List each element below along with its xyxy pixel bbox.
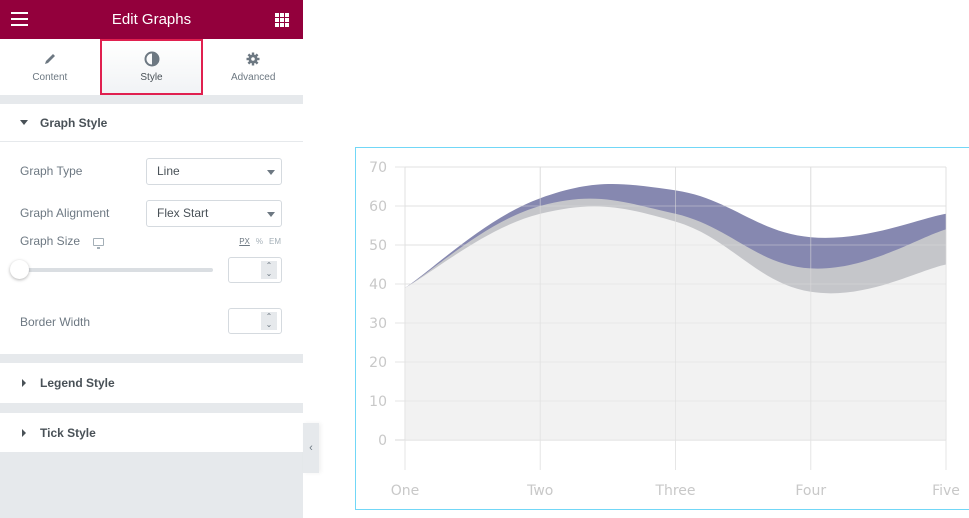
- graph-alignment-control: Graph Alignment Flex Start: [0, 192, 303, 234]
- y-tick-label: 60: [369, 199, 387, 215]
- pencil-icon: [43, 51, 57, 67]
- tab-advanced-label: Advanced: [230, 72, 276, 83]
- border-width-label: Border Width: [20, 315, 91, 329]
- tab-advanced[interactable]: Advanced: [203, 39, 303, 95]
- graph-type-label: Graph Type: [20, 164, 83, 178]
- graph-size-label: Graph Size: [20, 234, 81, 248]
- border-width-input[interactable]: ⌃ ⌄: [228, 308, 282, 334]
- tab-content[interactable]: Content: [0, 39, 100, 95]
- graph-size-control: Graph Size PX % EM ⌃ ⌄: [0, 234, 303, 302]
- legend-style-section: Legend Style: [0, 363, 303, 403]
- unit-switcher: PX % EM: [239, 237, 281, 246]
- tick-style-section: Tick Style: [0, 413, 303, 452]
- caret-right-icon: [22, 428, 26, 437]
- tick-style-toggle[interactable]: Tick Style: [0, 413, 303, 452]
- tab-style[interactable]: Style: [99, 39, 204, 95]
- panel-header: Edit Graphs: [0, 0, 303, 39]
- graph-size-input[interactable]: ⌃ ⌄: [228, 257, 282, 283]
- x-tick-label: Three: [654, 483, 695, 499]
- graph-style-toggle[interactable]: Graph Style: [0, 104, 303, 142]
- chevron-left-icon: ‹: [309, 442, 313, 454]
- half-circle-icon: [144, 51, 160, 67]
- unit-percent[interactable]: %: [256, 237, 263, 246]
- desktop-icon[interactable]: [93, 238, 105, 249]
- graph-alignment-value: Flex Start: [157, 206, 209, 220]
- graph-widget[interactable]: 0 10 20 30 40 50 60 70 One Two Three Four Five: [355, 147, 969, 510]
- graph-type-select[interactable]: Line: [146, 157, 282, 185]
- unit-em[interactable]: EM: [269, 237, 281, 246]
- tick-style-title: Tick Style: [40, 425, 96, 440]
- x-tick-label: Two: [526, 483, 553, 499]
- border-width-control: Border Width ⌃ ⌄: [0, 302, 303, 342]
- grid-icon[interactable]: [275, 13, 289, 27]
- panel-title: Edit Graphs: [111, 11, 192, 28]
- section-divider: [0, 354, 303, 363]
- y-tick-label: 30: [369, 316, 387, 332]
- legend-style-title: Legend Style: [40, 376, 115, 390]
- caret-down-icon: [20, 120, 28, 125]
- graph-alignment-select[interactable]: Flex Start: [146, 199, 282, 227]
- tab-divider: [0, 95, 303, 104]
- area-chart: 0 10 20 30 40 50 60 70 One Two Three Four Five: [369, 160, 960, 499]
- gear-icon: [246, 51, 260, 67]
- graph-alignment-label: Graph Alignment: [20, 206, 110, 220]
- chevron-down-icon: [267, 169, 275, 175]
- spin-down-icon[interactable]: ⌄: [266, 321, 273, 329]
- panel-collapse-handle[interactable]: ‹: [303, 423, 319, 473]
- x-tick-label: Four: [795, 483, 826, 499]
- graph-type-value: Line: [157, 164, 180, 178]
- x-tick-label: One: [391, 483, 420, 499]
- number-spinner[interactable]: ⌃ ⌄: [261, 312, 277, 330]
- x-tick-label: Five: [932, 483, 960, 499]
- unit-px[interactable]: PX: [239, 237, 250, 246]
- y-tick-label: 50: [369, 238, 387, 254]
- graph-size-label-wrap: Graph Size: [20, 234, 105, 249]
- graph-style-title: Graph Style: [40, 115, 108, 130]
- tab-style-label: Style: [140, 72, 163, 83]
- graph-size-slider-handle[interactable]: [10, 260, 29, 279]
- caret-right-icon: [22, 379, 26, 387]
- y-tick-label: 40: [369, 277, 387, 293]
- graph-size-slider[interactable]: [20, 268, 213, 272]
- y-tick-label: 70: [369, 160, 387, 176]
- graph-type-control: Graph Type Line: [0, 150, 303, 192]
- number-spinner[interactable]: ⌃ ⌄: [261, 261, 277, 279]
- hamburger-icon[interactable]: [11, 12, 28, 26]
- editor-panel: Edit Graphs Content Style Advanced Graph…: [0, 0, 303, 518]
- section-divider: [0, 403, 303, 413]
- y-tick-label: 10: [369, 394, 387, 410]
- panel-tabs: Content Style Advanced: [0, 39, 303, 95]
- y-tick-label: 0: [378, 433, 387, 449]
- spin-down-icon[interactable]: ⌄: [266, 270, 273, 278]
- graph-style-section: Graph Style Graph Type Line Graph Alignm…: [0, 104, 303, 354]
- chevron-down-icon: [267, 211, 275, 217]
- legend-style-toggle[interactable]: Legend Style: [0, 363, 303, 403]
- y-tick-label: 20: [369, 355, 387, 371]
- tab-content-label: Content: [32, 72, 68, 83]
